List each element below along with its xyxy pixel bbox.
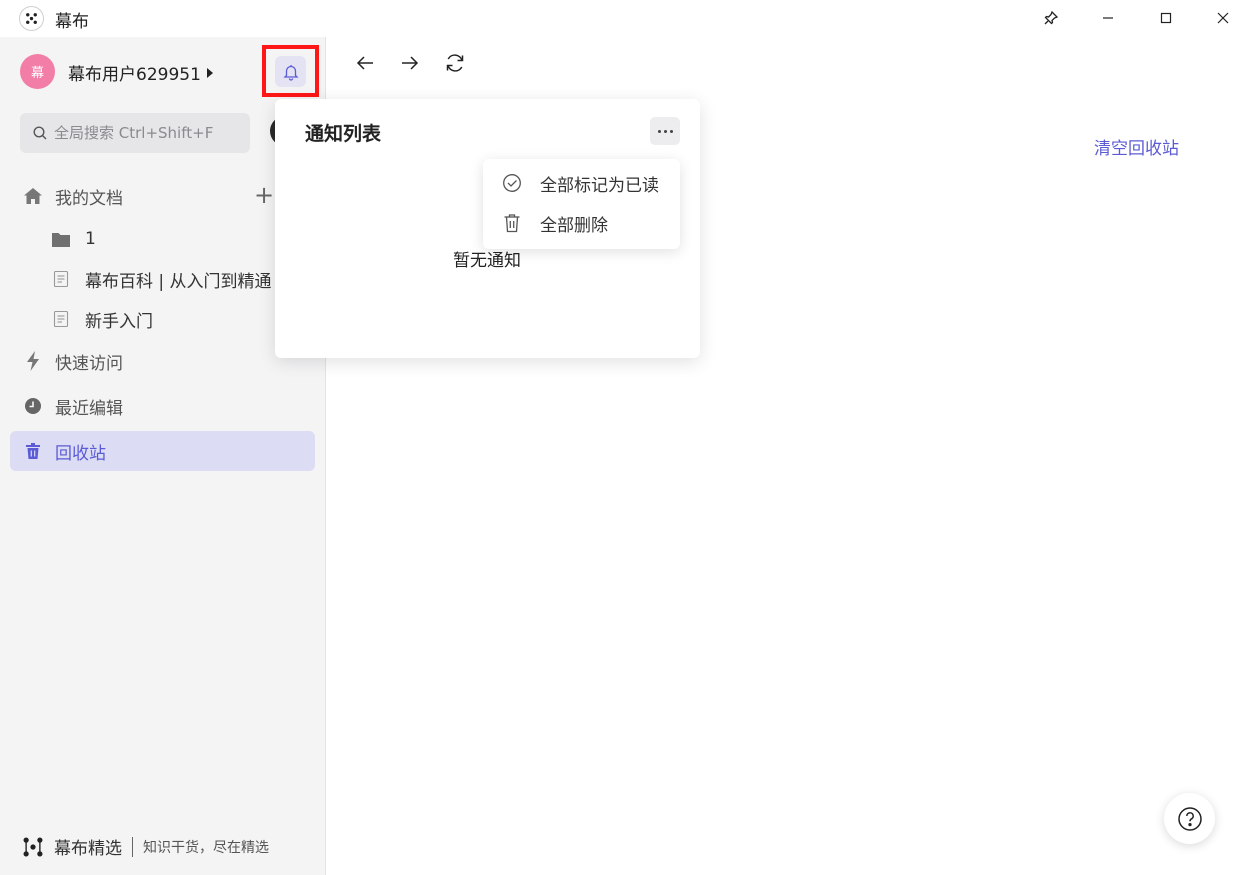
trash-icon	[22, 440, 44, 462]
nav-recent[interactable]: 最近编辑	[0, 386, 326, 426]
nav-trash[interactable]: 回收站	[10, 431, 315, 471]
nav-label: 回收站	[55, 443, 106, 464]
lightning-icon	[22, 350, 44, 372]
bell-icon	[282, 64, 299, 81]
help-button[interactable]	[1164, 793, 1215, 844]
nav-label: 最近编辑	[55, 398, 123, 419]
home-icon	[22, 185, 44, 207]
featured-slogan: 知识干货，尽在精选	[143, 839, 269, 856]
minimize-button[interactable]	[1094, 5, 1122, 31]
doc-label: 1	[85, 229, 96, 249]
check-circle-icon	[502, 173, 522, 193]
doc-label: 幕布百科 | 从入门到精通	[85, 271, 272, 292]
title-bar: 幕布	[0, 0, 1252, 37]
username: 幕布用户629951	[68, 65, 201, 85]
avatar[interactable]: 幕	[20, 54, 55, 89]
mark-all-read-item[interactable]: 全部标记为已读	[483, 164, 680, 202]
app-logo-icon	[23, 837, 43, 856]
featured-link[interactable]: 幕布精选 知识干货，尽在精选	[22, 834, 269, 859]
divider	[132, 836, 133, 857]
search-icon	[33, 126, 47, 140]
document-icon	[50, 268, 72, 290]
empty-notification-text: 暂无通知	[453, 251, 521, 271]
global-search[interactable]	[20, 113, 250, 153]
notification-title: 通知列表	[305, 123, 382, 145]
search-input[interactable]	[54, 124, 234, 142]
notification-button[interactable]	[275, 56, 306, 87]
delete-all-item[interactable]: 全部删除	[483, 204, 680, 242]
notification-options-menu: 全部标记为已读 全部删除	[483, 159, 680, 249]
nav-label: 我的文档	[55, 188, 123, 209]
close-button[interactable]	[1209, 5, 1237, 31]
pin-icon[interactable]	[1037, 5, 1065, 31]
app-title: 幕布	[55, 12, 89, 32]
more-options-button[interactable]	[650, 117, 680, 145]
arrow-right-icon	[402, 56, 419, 70]
folder-icon	[50, 228, 72, 250]
dot	[663, 129, 667, 133]
user-menu[interactable]: 幕布用户629951	[68, 60, 213, 85]
maximize-button[interactable]	[1152, 5, 1180, 31]
document-icon	[50, 308, 72, 330]
clock-icon	[22, 395, 44, 417]
forward-button[interactable]	[397, 50, 423, 76]
nav-label: 快速访问	[55, 353, 123, 374]
doc-label: 新手入门	[85, 311, 153, 332]
add-doc-button[interactable]: +	[252, 181, 276, 209]
menu-item-label: 全部删除	[540, 215, 608, 236]
arrow-left-icon	[356, 56, 373, 70]
caret-right-icon	[206, 67, 213, 78]
menu-item-label: 全部标记为已读	[540, 175, 659, 196]
dot	[669, 129, 673, 133]
refresh-button[interactable]	[442, 50, 468, 76]
trash-icon	[502, 213, 522, 233]
dot	[657, 129, 661, 133]
refresh-icon	[446, 54, 464, 72]
question-icon	[1177, 806, 1202, 831]
back-button[interactable]	[352, 50, 378, 76]
featured-brand: 幕布精选	[54, 839, 122, 859]
empty-trash-link[interactable]: 清空回收站	[1094, 134, 1179, 159]
app-logo-icon	[19, 6, 44, 31]
